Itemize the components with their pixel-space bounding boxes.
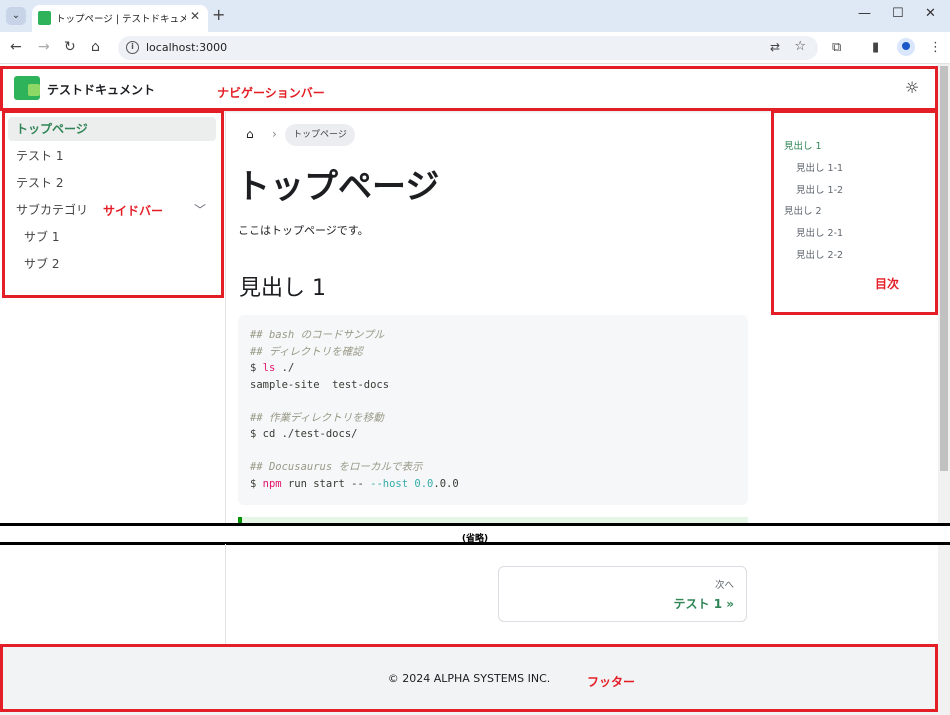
translate-icon[interactable]: ⇄ xyxy=(770,40,780,54)
tab-search-button[interactable]: ⌄ xyxy=(6,7,26,25)
code-line: sample-site test-docs xyxy=(250,378,390,391)
extensions-icon[interactable]: ⧉ xyxy=(832,40,841,55)
maximize-icon[interactable]: ☐ xyxy=(892,6,904,21)
browser-tab[interactable]: トップページ | テストドキュメント ✕ xyxy=(32,5,208,32)
window-close-icon[interactable]: ✕ xyxy=(925,6,936,21)
main-content: ⌂ › トップページ トップページ ここはトップページです。 見出し 1 ## … xyxy=(226,111,771,523)
code-line: $ ls ./ xyxy=(250,362,295,374)
omission-band: (省略) xyxy=(0,526,950,544)
tab-close-icon[interactable]: ✕ xyxy=(190,9,200,23)
bookmark-star-icon[interactable]: ☆ xyxy=(794,39,806,54)
new-tab-button[interactable]: + xyxy=(212,5,225,24)
sidebar-item-top[interactable]: トップページ xyxy=(8,117,216,141)
code-line: ## 作業ディレクトリを移動 xyxy=(250,411,384,424)
toc-item[interactable]: 見出し 1-1 xyxy=(796,160,843,174)
breadcrumb-separator-icon: › xyxy=(272,127,277,141)
chevron-down-icon[interactable]: ﹀ xyxy=(194,198,206,222)
annotation-label-toc: 目次 xyxy=(875,277,900,291)
breadcrumb-home-icon[interactable]: ⌂ xyxy=(246,127,254,141)
sidebar-item-label: サブ 1 xyxy=(24,230,60,244)
table-of-contents: 見出し 1 見出し 1-1 見出し 1-2 見出し 2 見出し 2-1 見出し … xyxy=(771,111,938,315)
minimize-icon[interactable]: — xyxy=(858,6,871,21)
pagination-sublabel: 次へ xyxy=(714,580,734,591)
code-line: $ cd ./test-docs/ xyxy=(250,428,358,440)
sidebar-item-test1[interactable]: テスト 1 xyxy=(8,144,216,168)
toc-item[interactable]: 見出し 2-1 xyxy=(796,225,843,239)
annotation-label-sidebar: サイドバー xyxy=(103,204,164,218)
sidebar-item-test2[interactable]: テスト 2 xyxy=(8,171,216,195)
code-block[interactable]: ## bash のコードサンプル ## ディレクトリを確認 $ ls ./ sa… xyxy=(238,315,748,505)
forward-icon[interactable]: → xyxy=(38,39,50,55)
sidebar-item-label: トップページ xyxy=(16,122,88,136)
sidebar-item-sub2[interactable]: サブ 2 xyxy=(16,252,216,276)
url-text[interactable]: localhost:3000 xyxy=(146,41,227,54)
toc-item[interactable]: 見出し 1 xyxy=(784,138,822,152)
pagination-next-link[interactable]: 次へ テスト 1 » xyxy=(498,566,747,622)
address-bar[interactable]: i localhost:3000 ⇄ ☆ xyxy=(118,36,818,60)
annotation-label-footer: フッター xyxy=(587,675,636,689)
sidebar-item-label: サブ 2 xyxy=(24,257,60,271)
tab-title: トップページ | テストドキュメント xyxy=(56,14,186,25)
site-brand[interactable]: テストドキュメント xyxy=(47,81,155,98)
scrollbar-thumb[interactable] xyxy=(940,66,948,471)
toc-item[interactable]: 見出し 2 xyxy=(784,203,822,217)
menu-kebab-icon[interactable]: ⋮ xyxy=(929,40,942,55)
side-panel-icon[interactable]: ▮ xyxy=(872,40,879,55)
copyright-text: © 2024 ALPHA SYSTEMS INC. xyxy=(387,672,551,685)
sidebar-item-label: テスト 1 xyxy=(16,149,64,163)
code-line: $ npm run start -- --host 0.0.0.0 xyxy=(250,477,459,490)
site-footer: © 2024 ALPHA SYSTEMS INC. xyxy=(0,644,938,715)
annotation-label-navbar: ナビゲーションバー xyxy=(217,86,325,100)
sidebar-lower xyxy=(0,544,226,644)
sidebar-item-label: テスト 2 xyxy=(16,176,64,190)
site-info-icon[interactable]: i xyxy=(126,41,139,54)
reload-icon[interactable]: ↻ xyxy=(64,39,76,55)
intro-paragraph: ここはトップページです。 xyxy=(238,224,369,237)
browser-toolbar: ← → ↻ ⌂ i localhost:3000 ⇄ ☆ ⧉ ▮ ⋮ xyxy=(0,32,950,64)
code-line: ## Docusaurus をローカルで表示 xyxy=(250,461,423,473)
browser-tab-bar: ⌄ トップページ | テストドキュメント ✕ + — ☐ ✕ xyxy=(0,0,950,32)
favicon-icon xyxy=(38,11,51,25)
heading-1: 見出し 1 xyxy=(239,276,326,301)
home-icon[interactable]: ⌂ xyxy=(91,39,100,55)
back-icon[interactable]: ← xyxy=(10,39,22,55)
theme-toggle-sun-icon[interactable]: ☼ xyxy=(902,78,922,98)
breadcrumb-current: トップページ xyxy=(285,124,355,146)
page-title: トップページ xyxy=(236,167,440,207)
pagination-label: テスト 1 » xyxy=(673,597,734,611)
toc-item[interactable]: 見出し 1-2 xyxy=(796,182,843,196)
toc-item[interactable]: 見出し 2-2 xyxy=(796,247,843,261)
code-line: ## ディレクトリを確認 xyxy=(250,345,363,358)
site-navbar: テストドキュメント ☼ xyxy=(0,64,938,111)
sidebar: トップページ テスト 1 テスト 2 サブカテゴリ ﹀ サブ 1 サブ 2 xyxy=(0,111,226,523)
page-scrollbar[interactable] xyxy=(938,64,950,715)
sidebar-item-label: サブカテゴリ xyxy=(16,203,89,217)
code-line: ## bash のコードサンプル xyxy=(250,329,385,341)
sidebar-item-sub1[interactable]: サブ 1 xyxy=(16,225,216,249)
profile-avatar[interactable] xyxy=(897,38,915,56)
site-logo[interactable] xyxy=(14,76,40,100)
